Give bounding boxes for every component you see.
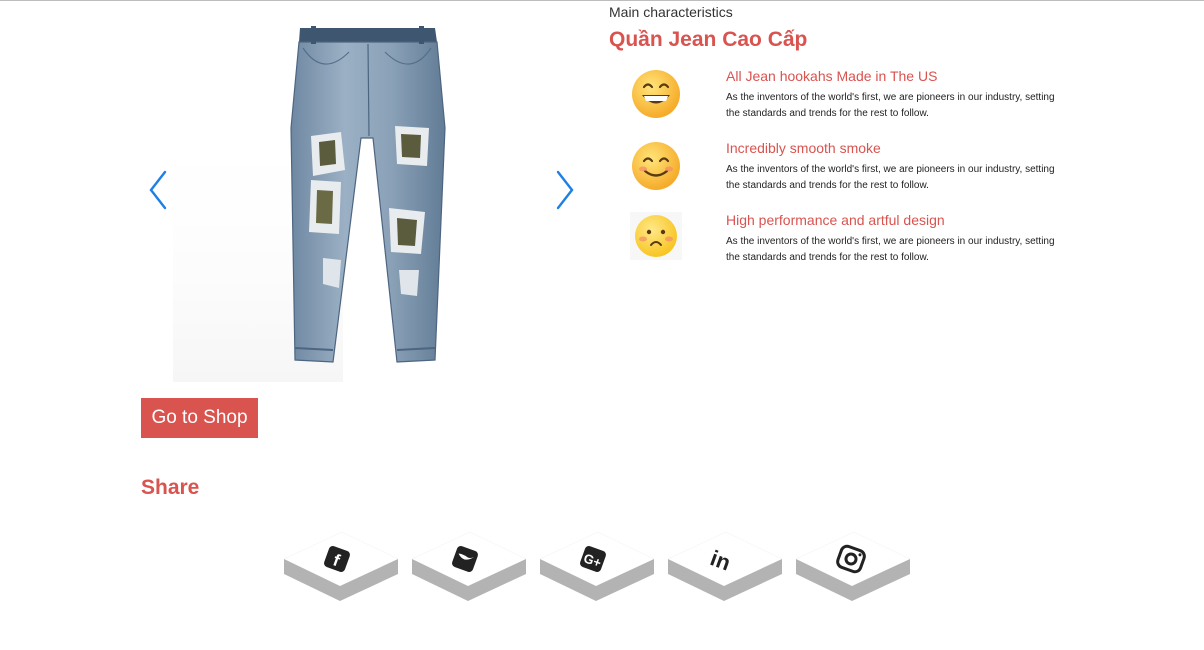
instagram-share-button[interactable]	[794, 530, 912, 622]
feature-description: As the inventors of the world's first, w…	[726, 92, 1055, 119]
linkedin-share-button[interactable]: in	[666, 530, 784, 622]
facebook-share-button[interactable]: f	[282, 530, 400, 622]
feature-item: Incredibly smooth smoke As the inventors…	[630, 140, 1090, 204]
product-title: Quần Jean Cao Cấp	[609, 28, 808, 51]
smiling-emoji-icon	[632, 142, 680, 190]
share-heading: Share	[141, 476, 200, 499]
section-label: Main characteristics	[609, 4, 733, 20]
feature-description: As the inventors of the world's first, w…	[726, 164, 1055, 191]
feature-title: All Jean hookahs Made in The US	[726, 68, 938, 84]
top-divider	[0, 0, 1204, 1]
carousel-next-icon[interactable]	[552, 168, 578, 212]
share-buttons: f G+ in	[282, 530, 922, 630]
flushed-emoji-icon	[630, 212, 682, 260]
jeans-product-image	[173, 26, 446, 382]
product-carousel	[141, 8, 586, 384]
grinning-emoji-icon	[632, 70, 680, 118]
feature-description: As the inventors of the world's first, w…	[726, 236, 1055, 263]
feature-title: Incredibly smooth smoke	[726, 140, 881, 156]
google-plus-share-button[interactable]: G+	[538, 530, 656, 622]
go-to-shop-button[interactable]: Go to Shop	[141, 398, 258, 438]
feature-item: High performance and artful design As th…	[630, 212, 1090, 276]
carousel-prev-icon[interactable]	[145, 168, 171, 212]
feature-item: All Jean hookahs Made in The US As the i…	[630, 68, 1090, 132]
feature-title: High performance and artful design	[726, 212, 945, 228]
twitter-share-button[interactable]	[410, 530, 528, 622]
